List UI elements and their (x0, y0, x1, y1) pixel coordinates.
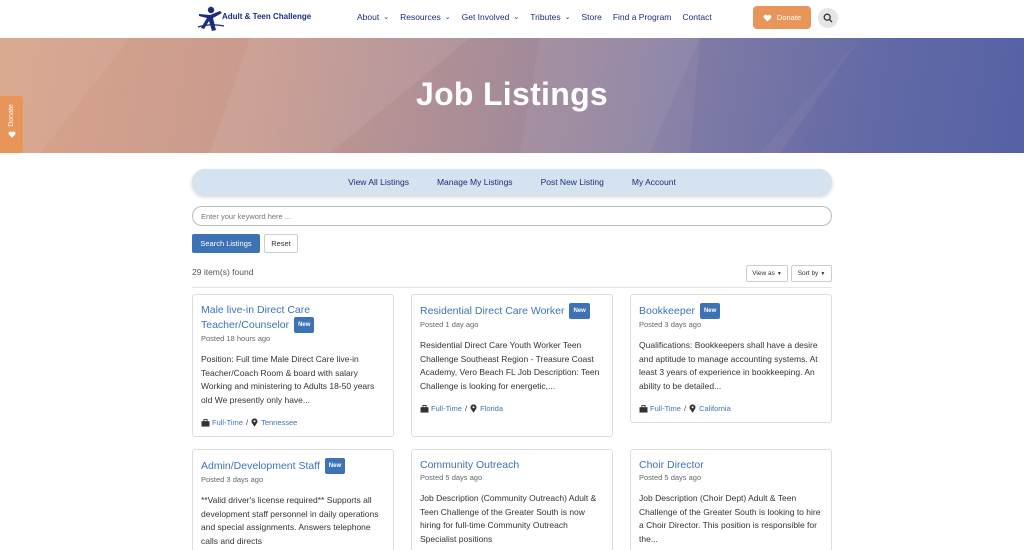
nav-item-contact[interactable]: Contact (682, 12, 711, 22)
results-count: 29 item(s) found (192, 267, 254, 277)
search-listings-button[interactable]: Search Listings (192, 234, 260, 253)
my-account-link[interactable]: My Account (632, 177, 676, 187)
job-card: Choir Director Posted 5 days ago Job Des… (630, 449, 832, 550)
sort-by-dropdown[interactable]: Sort by ▼ (791, 265, 832, 282)
briefcase-icon (201, 418, 210, 427)
posted-date: Posted 3 days ago (201, 475, 264, 484)
job-description: **Valid driver's license required** Supp… (201, 495, 379, 546)
map-pin-icon (470, 404, 477, 413)
main-nav: About ⌄ Resources ⌄ Get Involved ⌄ Tribu… (357, 12, 723, 22)
nav-item-label: Store (581, 12, 602, 22)
job-location-link[interactable]: Tennessee (261, 418, 297, 427)
post-new-listing-link[interactable]: Post New Listing (541, 177, 604, 187)
job-card: Community Outreach Posted 5 days ago Job… (411, 449, 613, 550)
new-badge: New (699, 303, 721, 319)
job-type-link[interactable]: Full-Time (431, 404, 462, 413)
nav-item-label: Find a Program (612, 12, 672, 22)
side-donate-label: Donate (7, 103, 15, 127)
posted-date: Posted 3 days ago (639, 320, 702, 329)
new-badge: New (294, 317, 315, 333)
job-location-link[interactable]: California (699, 404, 731, 413)
view-as-dropdown[interactable]: View as ▼ (746, 265, 788, 282)
job-title-link[interactable]: Male live-in Direct Care Teacher/Counsel… (201, 303, 385, 333)
job-description: Qualifications: Bookkeepers shall have a… (639, 340, 818, 391)
logo-text: Adult & Teen Challenge (222, 12, 312, 21)
map-pin-icon (251, 418, 258, 427)
donate-button[interactable]: Donate (753, 6, 811, 29)
posted-date: Posted 5 days ago (639, 473, 702, 482)
keyword-search-input[interactable] (192, 206, 832, 226)
job-meta: Full-Time / Tennessee (201, 418, 385, 427)
new-badge: New (569, 303, 590, 319)
meta-separator: / (464, 404, 468, 413)
nav-item-store[interactable]: Store (581, 12, 601, 22)
job-title-text: Residential Direct Care Worker (420, 305, 565, 317)
view-as-label: View as (752, 270, 775, 277)
chevron-down-icon: ⌄ (564, 14, 571, 21)
nav-item-get-involved[interactable]: Get Involved ⌄ (462, 12, 520, 22)
job-description: Job Description (Choir Dept) Adult & Tee… (639, 493, 821, 544)
job-description: Residential Direct Care Youth Worker Tee… (420, 340, 600, 391)
job-title-text: Community Outreach (420, 459, 520, 471)
job-meta: Full-Time / Florida (420, 404, 604, 413)
nav-item-resources[interactable]: Resources ⌄ (400, 12, 451, 22)
nav-item-label: Tributes (530, 12, 561, 22)
meta-separator: / (245, 418, 249, 427)
nav-item-label: Get Involved (461, 12, 510, 22)
manage-my-listings-link[interactable]: Manage My Listings (437, 177, 513, 187)
heart-icon (763, 14, 772, 22)
job-title-text: Admin/Development Staff (201, 460, 320, 472)
job-card: Admin/Development Staff New Posted 3 day… (192, 449, 394, 550)
page-title: Job Listings (415, 76, 609, 112)
caret-down-icon: ▼ (776, 270, 782, 277)
results-divider (192, 287, 832, 288)
nav-item-label: Resources (400, 12, 441, 22)
nav-item-tributes[interactable]: Tributes ⌄ (530, 12, 570, 22)
search-button[interactable] (818, 8, 838, 28)
site-header: Adult & Teen Challenge About ⌄ Resources… (0, 0, 1024, 38)
chevron-down-icon: ⌄ (513, 14, 520, 21)
posted-date: Posted 1 day ago (420, 320, 479, 329)
nav-item-about[interactable]: About ⌄ (357, 12, 389, 22)
job-title-link[interactable]: Choir Director (639, 458, 823, 472)
job-type-link[interactable]: Full-Time (650, 404, 681, 413)
caret-down-icon: ▼ (820, 270, 826, 277)
site-logo[interactable]: Adult & Teen Challenge (196, 5, 311, 33)
briefcase-icon (420, 404, 429, 413)
side-donate-tab[interactable]: Donate (0, 96, 23, 153)
job-description: Position: Full time Male Direct Care liv… (201, 354, 375, 405)
reset-button[interactable]: Reset (264, 234, 298, 253)
nav-item-label: About (357, 12, 380, 22)
chevron-down-icon: ⌄ (383, 14, 390, 21)
job-title-link[interactable]: Admin/Development Staff New (201, 458, 385, 474)
job-title-link[interactable]: Residential Direct Care Worker New (420, 303, 604, 319)
job-card: Residential Direct Care Worker New Poste… (411, 294, 613, 437)
posted-date: Posted 18 hours ago (201, 334, 271, 343)
job-title-text: Bookkeeper (639, 305, 696, 317)
meta-separator: / (683, 404, 687, 413)
job-type-link[interactable]: Full-Time (212, 418, 243, 427)
job-description: Job Description (Community Outreach) Adu… (420, 493, 597, 544)
chevron-down-icon: ⌄ (444, 14, 451, 21)
nav-item-label: Contact (682, 12, 712, 22)
job-meta: Full-Time / California (639, 404, 823, 413)
job-title-link[interactable]: Bookkeeper New (639, 303, 823, 319)
job-card: Bookkeeper New Posted 3 days ago Qualifi… (630, 294, 832, 423)
search-icon (823, 13, 833, 23)
sort-by-label: Sort by (797, 270, 819, 277)
new-badge: New (324, 458, 346, 474)
nav-item-find-a-program[interactable]: Find a Program (613, 12, 672, 22)
posted-date: Posted 5 days ago (420, 473, 483, 482)
job-card: Male live-in Direct Care Teacher/Counsel… (192, 294, 394, 437)
job-title-link[interactable]: Community Outreach (420, 458, 604, 472)
listing-nav-bar: View All Listings Manage My Listings Pos… (192, 169, 832, 195)
map-pin-icon (689, 404, 696, 413)
job-title-text: Choir Director (639, 459, 704, 471)
briefcase-icon (639, 404, 648, 413)
view-all-listings-link[interactable]: View All Listings (348, 177, 409, 187)
page-banner: Job Listings (0, 38, 1024, 153)
heart-icon (8, 131, 15, 138)
job-location-link[interactable]: Florida (480, 404, 503, 413)
donate-label: Donate (776, 13, 802, 22)
